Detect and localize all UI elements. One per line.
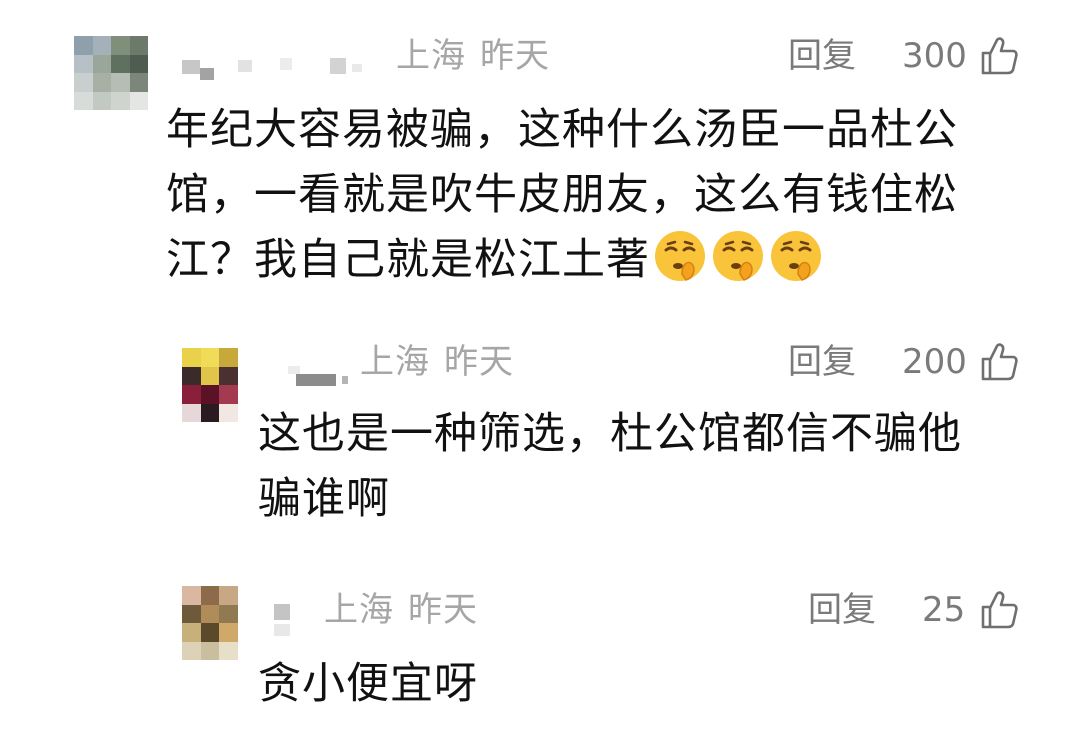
reply-item: 上海 昨天 回复 25 贪小便宜呀 [0,570,1080,735]
comment-item: 上海 昨天 回复 300 年纪大容易被骗，这种什么汤臣一品杜公 馆，一看就是吹牛皮… [0,0,1080,320]
comment-text-line: 馆，一看就是吹牛皮朋友，这么有钱住松 [166,170,958,220]
comment-text-line: 年纪大容易被骗，这种什么汤臣一品杜公 [166,105,958,155]
comment-text-line: 江？我自己就是松江土著 [166,228,1046,293]
thumbs-up-icon[interactable] [980,590,1018,630]
comment-text: 年纪大容易被骗，这种什么汤臣一品杜公 馆，一看就是吹牛皮朋友，这么有钱住松 江？… [166,98,1046,293]
like-count: 25 [922,590,966,630]
comment-text-line: 贪小便宜呀 [258,659,478,709]
shushing-face-emoji [655,231,705,281]
timestamp: 昨天 [408,590,478,630]
timestamp: 昨天 [444,342,514,382]
comment-text-line: 这也是一种筛选，杜公馆都信不骗他 [258,409,962,459]
reply-button[interactable]: 回复 [808,590,876,630]
reply-button[interactable]: 回复 [788,36,856,76]
like-count: 200 [902,342,967,382]
avatar[interactable] [182,348,238,422]
reply-button[interactable]: 回复 [788,342,856,382]
username-redacted[interactable] [180,50,380,80]
reply-item: 上海 昨天 回复 200 这也是一种筛选，杜公馆都信不骗他 骗谁啊 [0,330,1080,550]
comment-text: 这也是一种筛选，杜公馆都信不骗他 骗谁啊 [258,402,1058,532]
location-label: 上海 [324,590,394,630]
comment-text-segment: 江？我自己就是松江土著 [166,235,650,285]
location-label: 上海 [396,36,466,76]
like-count: 300 [902,36,967,76]
avatar[interactable] [182,586,238,660]
thumbs-up-icon[interactable] [980,36,1018,76]
location-time: 上海 昨天 [360,342,514,382]
username-redacted[interactable] [270,600,310,640]
shushing-face-emoji [713,231,763,281]
thumbs-up-icon[interactable] [980,342,1018,382]
username-redacted[interactable] [270,364,360,394]
location-time: 上海 昨天 [324,590,478,630]
location-label: 上海 [360,342,430,382]
comment-text: 贪小便宜呀 [258,652,1058,717]
shushing-face-emoji [771,231,821,281]
avatar[interactable] [74,36,148,110]
location-time: 上海 昨天 [396,36,550,76]
timestamp: 昨天 [480,36,550,76]
comment-text-line: 骗谁啊 [258,474,390,524]
